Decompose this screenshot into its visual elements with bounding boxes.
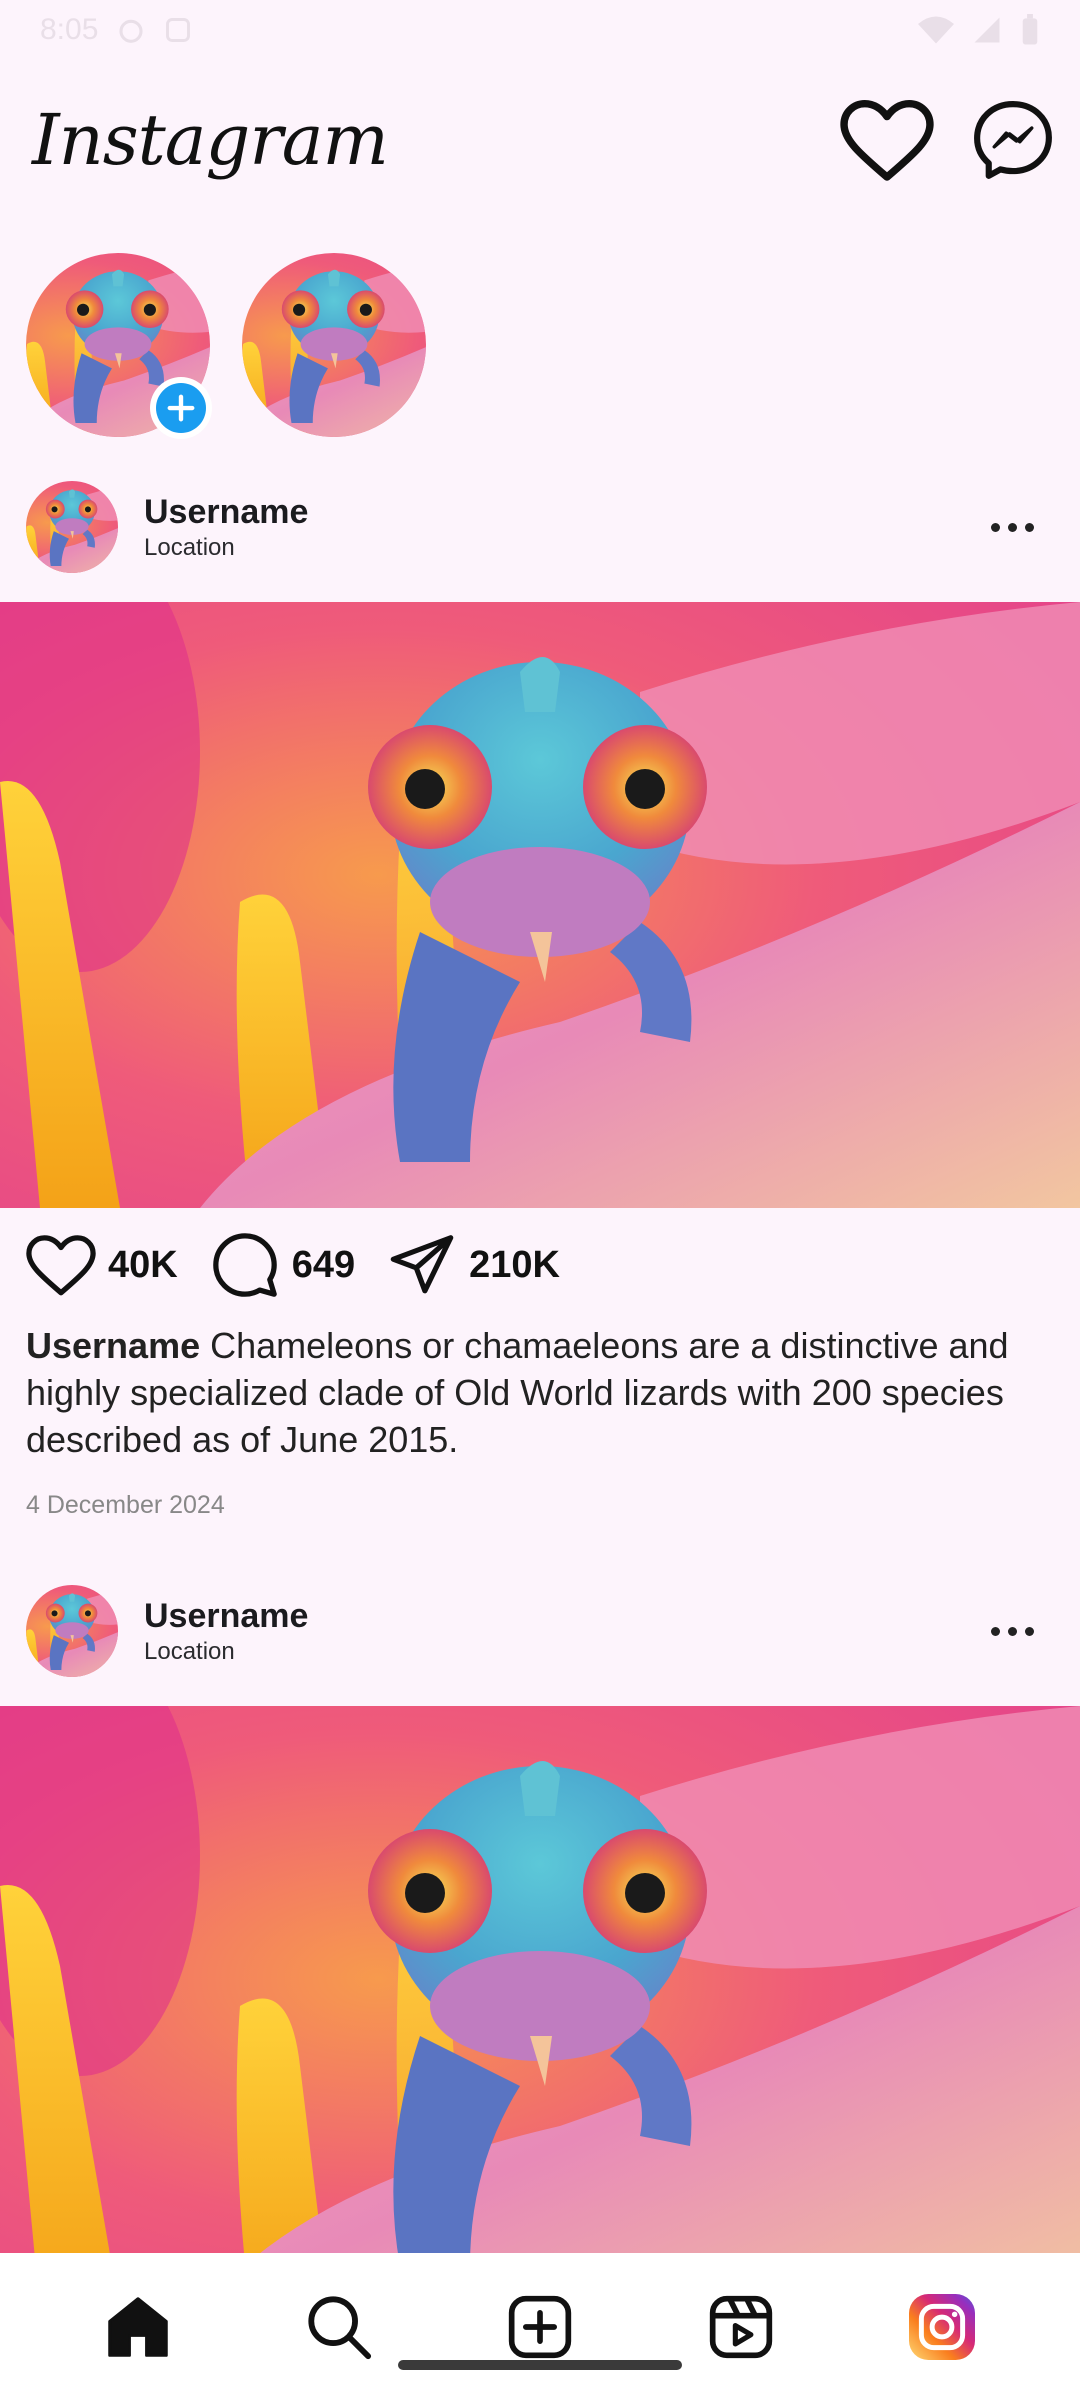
more-horizontal-icon[interactable] xyxy=(991,1626,1034,1636)
heart-icon xyxy=(840,99,934,181)
notifications-button[interactable] xyxy=(840,99,934,181)
stories-row xyxy=(26,253,426,439)
nav-profile[interactable] xyxy=(872,2293,1012,2360)
top-app-bar: Instagram xyxy=(0,80,1080,200)
post-username[interactable]: Username xyxy=(144,491,308,533)
messenger-icon xyxy=(974,101,1052,179)
story-item[interactable] xyxy=(242,253,426,437)
messages-button[interactable] xyxy=(972,99,1054,181)
post-avatar[interactable] xyxy=(26,1585,118,1677)
reels-icon xyxy=(709,2295,772,2358)
like-button[interactable]: 40K xyxy=(26,1234,178,1296)
search-icon xyxy=(308,2295,372,2359)
alarm-icon xyxy=(119,19,143,43)
instagram-logo[interactable]: Instagram xyxy=(32,99,389,181)
send-icon xyxy=(390,1235,454,1294)
avatar xyxy=(242,253,426,437)
post-location[interactable]: Location xyxy=(144,1637,308,1667)
comment-button[interactable]: 649 xyxy=(210,1230,355,1300)
like-count: 40K xyxy=(108,1243,178,1286)
share-button[interactable]: 210K xyxy=(387,1232,560,1298)
nav-home[interactable] xyxy=(68,2293,208,2361)
status-bar: 8:05 xyxy=(0,0,1080,60)
battery-icon xyxy=(1022,14,1038,45)
add-story-button[interactable] xyxy=(150,377,212,439)
home-icon xyxy=(108,2296,169,2357)
post-location[interactable]: Location xyxy=(144,533,308,563)
share-count: 210K xyxy=(469,1243,560,1286)
notification-app-icon xyxy=(166,18,191,42)
post-date: 4 December 2024 xyxy=(26,1491,225,1519)
post-actions: 40K 649 210K xyxy=(0,1208,1080,1322)
post-image[interactable] xyxy=(0,602,1080,1208)
heart-icon xyxy=(26,1235,96,1296)
plus-icon xyxy=(167,394,195,422)
nav-reels[interactable] xyxy=(671,2293,811,2361)
post-image[interactable] xyxy=(0,1706,1080,2312)
more-horizontal-icon[interactable] xyxy=(991,522,1034,532)
nav-search[interactable] xyxy=(269,2292,409,2362)
comment-count: 649 xyxy=(291,1243,356,1286)
story-own[interactable] xyxy=(26,253,212,439)
post-card: Username Location 40K 649 210K Username … xyxy=(0,452,1080,1520)
instagram-profile-icon xyxy=(908,2293,975,2360)
post-card: Username Location xyxy=(0,1556,1080,2312)
status-time: 8:05 xyxy=(40,13,99,46)
add-post-icon xyxy=(508,2295,572,2358)
post-username[interactable]: Username xyxy=(144,1595,308,1637)
caption-username[interactable]: Username xyxy=(26,1325,200,1366)
post-caption: Username Chameleons or chamaeleons are a… xyxy=(0,1322,1060,1463)
gesture-navigation-bar[interactable] xyxy=(398,2360,682,2370)
comment-icon xyxy=(212,1233,277,1297)
post-header: Username Location xyxy=(0,1556,1080,1706)
post-avatar[interactable] xyxy=(26,481,118,573)
wifi-icon xyxy=(918,16,954,44)
nav-create[interactable] xyxy=(470,2293,610,2361)
post-header: Username Location xyxy=(0,452,1080,602)
bottom-navigation xyxy=(0,2253,1080,2400)
signal-icon xyxy=(974,17,1000,43)
